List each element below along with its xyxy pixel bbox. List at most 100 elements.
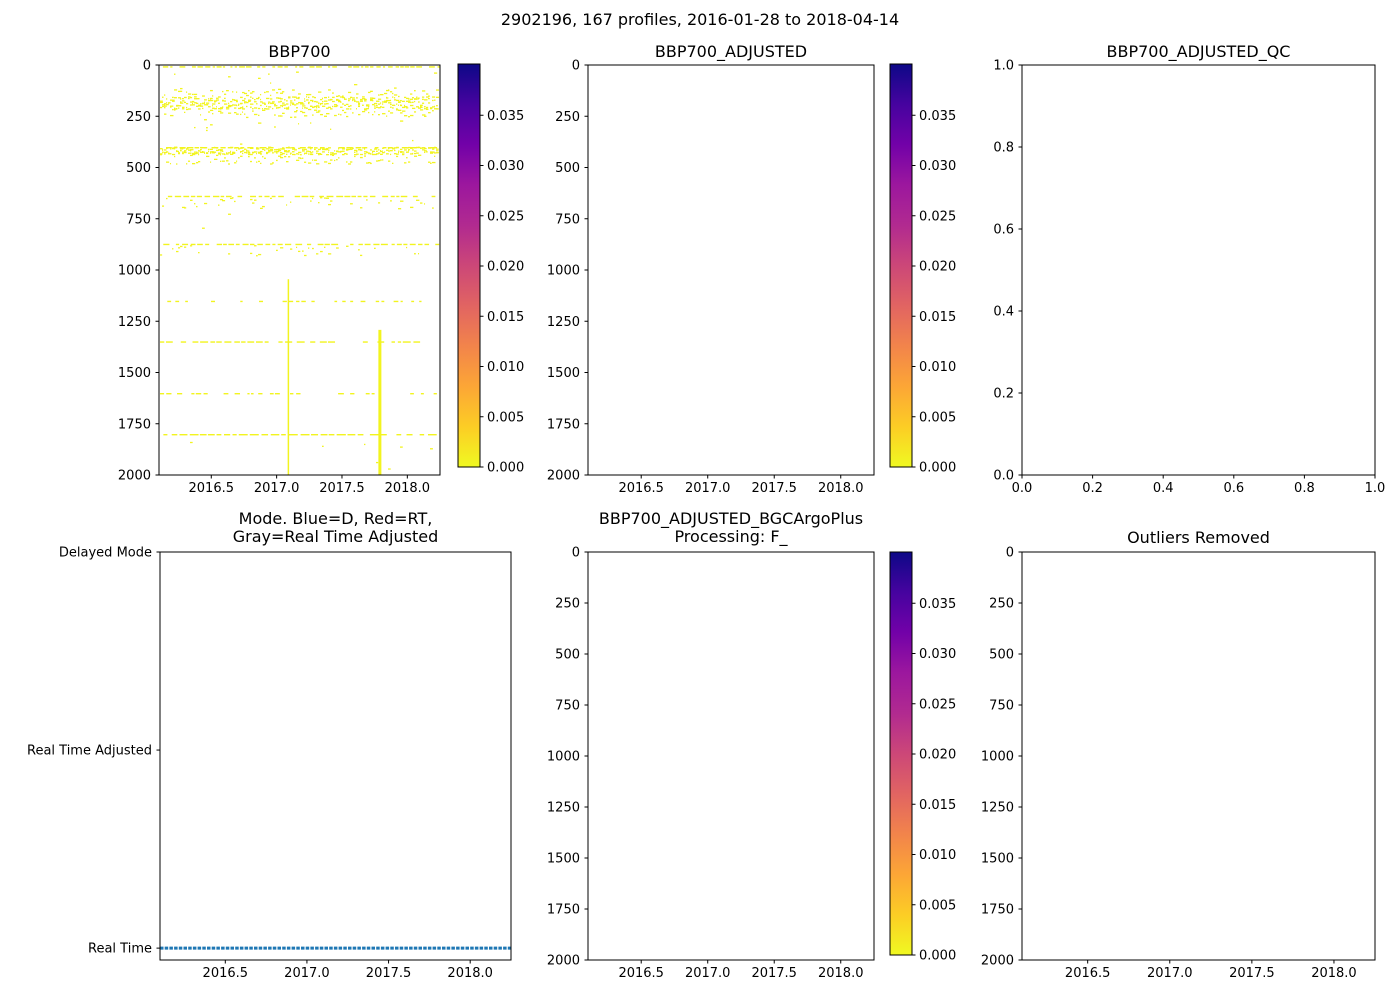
colorbar-gradient	[889, 63, 913, 468]
figure: 2016.5 2017.0 2017.5 2018.0 0 250 500 750 1000 12…	[0, 0, 1400, 1000]
colorbar-tick-label: 0.030	[919, 159, 956, 174]
axes-frame-p4	[159, 551, 512, 961]
axes-frame-p5	[587, 551, 875, 961]
x-tick-label: 0.2	[1082, 481, 1103, 496]
y-tick-label: 1750	[547, 417, 580, 432]
colorbar-tick-label: 0.030	[919, 647, 956, 662]
y-tick-label: 1750	[981, 903, 1014, 918]
colorbar-cb1: 0.000 0.005 0.010 0.015 0.020 0.025 0.030 0.035	[457, 63, 524, 476]
panel-p2: 2016.5 2017.0 2017.5 2018.0 0 250 500 750 1000 12…	[547, 59, 875, 496]
figure-canvas: 2016.5 2017.0 2017.5 2018.0 0 250 500 750 1000 12…	[27, 59, 1385, 982]
y-tick-label: 500	[989, 648, 1014, 663]
y-tick-label: 0	[143, 59, 151, 74]
y-tick-label: 250	[989, 597, 1014, 612]
panel-p4: 2016.5 2017.0 2017.5 2018.0 Delayed Mode Real…	[27, 546, 512, 981]
colorbar-tick-label: 0.030	[487, 159, 524, 174]
colorbar-tick-label: 0.025	[919, 697, 956, 712]
colorbar-cb3: 0.000 0.005 0.010 0.015 0.020 0.025 0.030 0.035	[889, 551, 956, 964]
x-tick-label: 2017.5	[751, 966, 797, 981]
y-tick-label: 0.4	[993, 305, 1014, 320]
colorbar-tick-label: 0.005	[919, 410, 956, 425]
y-tick-label: 2000	[547, 469, 580, 484]
colorbar-tick-label: 0.015	[487, 310, 524, 325]
y-tick-label: 250	[555, 110, 580, 125]
colorbar-gradient	[457, 63, 481, 468]
y-tick-label: 750	[555, 699, 580, 714]
colorbar-tick-label: 0.015	[919, 798, 956, 813]
y-tick-label: Delayed Mode	[59, 546, 152, 561]
x-tick-label: 2018.0	[385, 481, 431, 496]
y-tick-label: 500	[555, 648, 580, 663]
x-tick-label: 0.0	[1012, 481, 1033, 496]
y-tick-label: 1.0	[993, 59, 1014, 74]
y-tick-label: 0	[1006, 546, 1014, 561]
y-tick-label: 2000	[981, 954, 1014, 969]
x-tick-label: 2016.5	[618, 966, 664, 981]
colorbar-tick-label: 0.005	[487, 410, 524, 425]
colorbar-tick-label: 0.010	[919, 848, 956, 863]
colorbar-tick-label: 0.035	[919, 597, 956, 612]
x-tick-label: 2017.0	[685, 481, 731, 496]
colorbar-tick-label: 0.020	[919, 748, 956, 763]
axes-frame-p6	[1021, 551, 1376, 961]
x-tick-label: 2016.5	[189, 481, 235, 496]
x-tick-label: 2018.0	[818, 966, 864, 981]
scatter-points-p1	[160, 66, 440, 475]
y-tick-label: 1250	[547, 801, 580, 816]
y-tick-label: 1500	[547, 366, 580, 381]
y-tick-label: 0.8	[993, 141, 1014, 156]
colorbar-tick-label: 0.000	[919, 949, 956, 964]
axes-frame-p1	[158, 64, 441, 476]
y-tick-label: 1000	[981, 750, 1014, 765]
y-tick-label: 2000	[118, 469, 151, 484]
x-tick-label: 2017.5	[366, 966, 412, 981]
panel-title-bbp700: BBP700	[268, 42, 331, 61]
y-tick-label: 500	[555, 161, 580, 176]
y-tick-label: 0.6	[993, 223, 1014, 238]
y-tick-label: 250	[555, 597, 580, 612]
y-tick-label: 1250	[981, 801, 1014, 816]
x-tick-label: 2017.0	[685, 966, 731, 981]
y-tick-label: 750	[555, 212, 580, 227]
y-tick-label: 1500	[981, 852, 1014, 867]
y-tick-label: Real Time Adjusted	[27, 744, 152, 759]
x-tick-label: 1.0	[1365, 481, 1386, 496]
colorbar-tick-label: 0.035	[487, 109, 524, 124]
axes-frame-p2	[587, 64, 875, 476]
x-tick-label: 2017.5	[751, 481, 797, 496]
y-tick-label: 500	[126, 161, 151, 176]
x-tick-label: 0.4	[1153, 481, 1174, 496]
y-tick-label: 250	[126, 110, 151, 125]
panel-title-outliers-removed: Outliers Removed	[1127, 528, 1270, 547]
x-tick-label: 2017.0	[1147, 966, 1193, 981]
y-tick-label: 750	[989, 699, 1014, 714]
colorbar-gradient	[889, 551, 913, 956]
y-tick-label: Real Time	[88, 942, 152, 957]
y-tick-label: 0.2	[993, 387, 1014, 402]
panel-p5: 2016.5 2017.0 2017.5 2018.0 0 250 500 750 1000 12…	[547, 546, 875, 981]
panel-title-bbp700-adjusted: BBP700_ADJUSTED	[654, 42, 808, 61]
colorbar-tick-label: 0.010	[919, 360, 956, 375]
colorbar-cb2: 0.000 0.005 0.010 0.015 0.020 0.025 0.030 0.035	[889, 63, 956, 476]
x-tick-label: 2018.0	[1311, 966, 1357, 981]
panel-title-bbp700-adjusted-qc: BBP700_ADJUSTED_QC	[1106, 42, 1291, 61]
y-tick-label: 1750	[118, 417, 151, 432]
x-tick-label: 2016.5	[1065, 966, 1111, 981]
colorbar-tick-label: 0.005	[919, 898, 956, 913]
colorbar-tick-label: 0.020	[487, 260, 524, 275]
y-tick-label: 1500	[547, 852, 580, 867]
x-tick-label: 0.8	[1294, 481, 1315, 496]
y-tick-label: 1500	[118, 366, 151, 381]
x-tick-label: 0.6	[1223, 481, 1244, 496]
x-tick-label: 2017.5	[319, 481, 365, 496]
axes-frame-p3	[1021, 64, 1376, 476]
colorbar-tick-label: 0.000	[487, 461, 524, 476]
x-tick-label: 2016.5	[203, 966, 249, 981]
y-tick-label: 2000	[547, 954, 580, 969]
panel-p3: 0.0 0.2 0.4 0.6 0.8 1.0 0.0 0.2 0.4 0.6 0.8 1.0	[993, 59, 1385, 497]
y-tick-label: 1000	[118, 264, 151, 279]
x-tick-label: 2018.0	[447, 966, 493, 981]
colorbar-tick-label: 0.000	[919, 461, 956, 476]
colorbar-tick-label: 0.010	[487, 360, 524, 375]
y-tick-label: 1000	[547, 750, 580, 765]
